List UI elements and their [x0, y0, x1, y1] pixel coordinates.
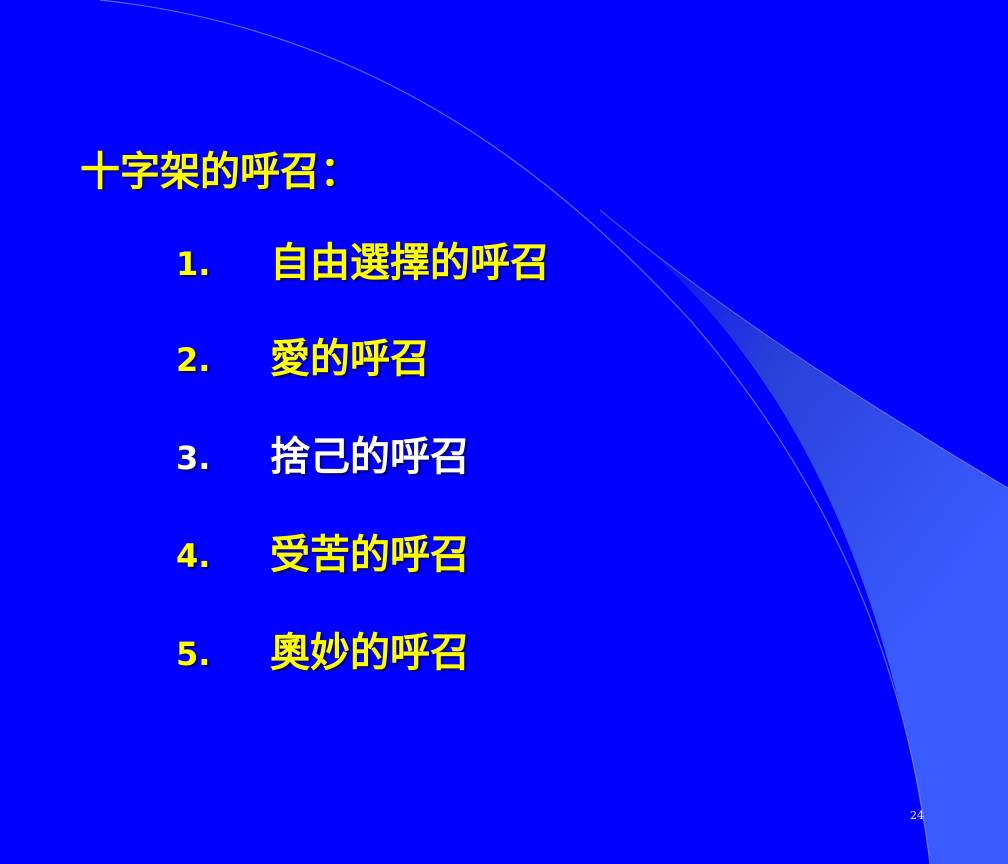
slide-title: 十字架的呼召：: [80, 149, 360, 195]
swoosh-band: [600, 210, 1008, 864]
list-item-2: 愛的呼召: [270, 336, 430, 382]
list-item-3: 捨己的呼召: [270, 434, 470, 480]
decorative-swoosh: [99, 0, 1008, 864]
list-number-3: 3.: [176, 439, 211, 477]
list-item-5: 奧妙的呼召: [270, 630, 470, 676]
list-item-4: 受苦的呼召: [270, 532, 470, 578]
list-item-1: 自由選擇的呼召: [270, 240, 550, 286]
list-number-5: 5.: [176, 635, 211, 673]
list-number-4: 4.: [176, 537, 211, 575]
slide: 十字架的呼召： 1. 自由選擇的呼召 2. 愛的呼召 3. 捨己的呼召 4. 受…: [0, 0, 1008, 864]
list-number-1: 1.: [176, 245, 211, 283]
list-number-2: 2.: [176, 341, 211, 379]
page-number: 24: [910, 809, 924, 822]
